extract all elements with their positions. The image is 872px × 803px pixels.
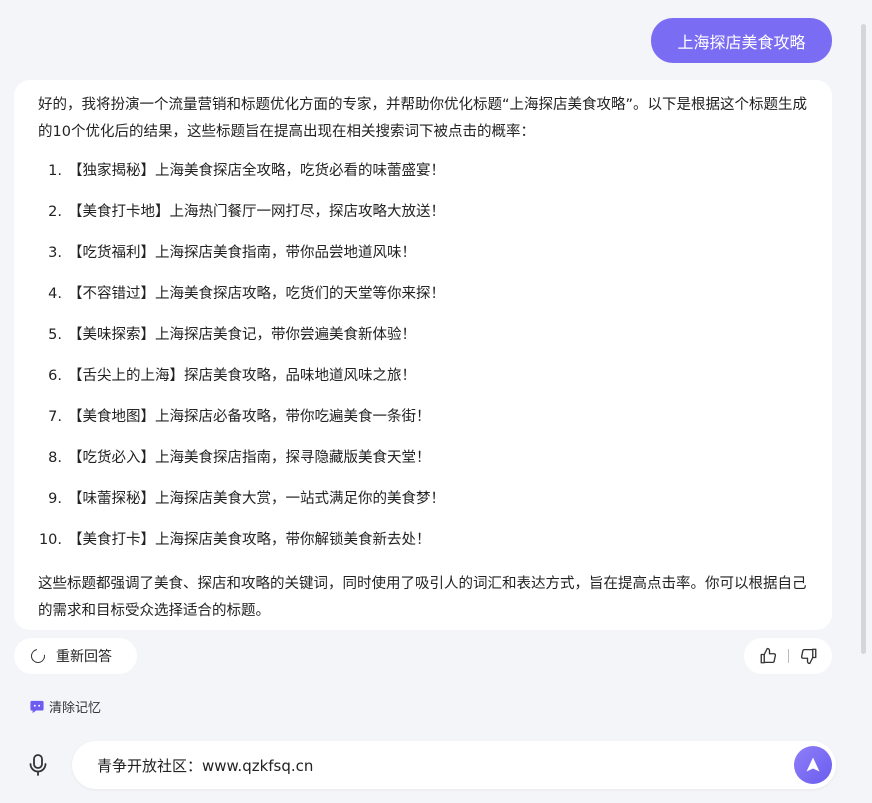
message-input-bar: [72, 741, 836, 789]
list-item-text: 【吃货必入】上海美食探店指南，探寻隐藏版美食天堂！: [68, 450, 431, 466]
message-input[interactable]: [97, 756, 737, 774]
clear-memory-label: 清除记忆: [49, 701, 102, 716]
list-item-number: 2.: [48, 204, 62, 220]
list-item: 6. 【舌尖上的上海】探店美食攻略，品味地道风味之旅！: [38, 363, 808, 404]
list-item-number: 8.: [48, 450, 62, 466]
list-item-number: 3.: [48, 245, 62, 261]
list-item-number: 7.: [48, 409, 62, 425]
thumbs-down-icon[interactable]: [798, 645, 820, 667]
list-item-text: 【美味探索】上海探店美食记，带你尝遍美食新体验！: [68, 327, 416, 343]
chat-bubble-icon: [30, 700, 44, 713]
list-item: 9. 【味蕾探秘】上海探店美食大赏，一站式满足你的美食梦！: [38, 486, 808, 527]
list-item-text: 【舌尖上的上海】探店美食攻略，品味地道风味之旅！: [68, 368, 416, 384]
list-item-text: 【美食地图】上海探店必备攻略，带你吃遍美食一条街！: [68, 409, 431, 425]
list-item: 2. 【美食打卡地】上海热门餐厅一网打尽，探店攻略大放送！: [38, 199, 808, 240]
regenerate-label: 重新回答: [56, 649, 112, 665]
scrollbar[interactable]: [861, 0, 866, 670]
clear-memory-button[interactable]: 清除记忆: [30, 697, 101, 716]
answer-outro: 这些标题都强调了美食、探店和攻略的关键词，同时使用了吸引人的词汇和表达方式，旨在…: [38, 576, 807, 619]
list-item-text: 【美食打卡】上海探店美食攻略，带你解锁美食新去处！: [68, 532, 431, 548]
list-item-number: 5.: [48, 327, 62, 343]
assistant-answer-card: 好的，我将扮演一个流量营销和标题优化方面的专家，并帮助你优化标题“上海探店美食攻…: [14, 80, 832, 630]
list-item: 5. 【美味探索】上海探店美食记，带你尝遍美食新体验！: [38, 322, 808, 363]
list-item: 3. 【吃货福利】上海探店美食指南，带你品尝地道风味！: [38, 240, 808, 281]
microphone-button[interactable]: [18, 745, 58, 785]
answer-intro: 好的，我将扮演一个流量营销和标题优化方面的专家，并帮助你优化标题“上海探店美食攻…: [38, 97, 808, 140]
list-item-text: 【美食打卡地】上海热门餐厅一网打尽，探店攻略大放送！: [68, 204, 445, 220]
send-button[interactable]: [794, 746, 832, 784]
list-item: 8. 【吃货必入】上海美食探店指南，探寻隐藏版美食天堂！: [38, 445, 808, 486]
list-item-text: 【不容错过】上海美食探店攻略，吃货们的天堂等你来探！: [68, 286, 445, 302]
list-item: 4. 【不容错过】上海美食探店攻略，吃货们的天堂等你来探！: [38, 281, 808, 322]
feedback-box: [744, 638, 832, 674]
list-item-text: 【独家揭秘】上海美食探店全攻略，吃货必看的味蕾盛宴！: [68, 163, 445, 179]
list-item-number: 9.: [48, 491, 62, 507]
list-item-number: 4.: [48, 286, 62, 302]
list-item: 7. 【美食地图】上海探店必备攻略，带你吃遍美食一条街！: [38, 404, 808, 445]
regenerate-button[interactable]: 重新回答: [14, 638, 137, 674]
list-item-number: 6.: [48, 368, 62, 384]
result-list: 1. 【独家揭秘】上海美食探店全攻略，吃货必看的味蕾盛宴！ 2. 【美食打卡地】…: [38, 158, 808, 568]
refresh-icon: [28, 646, 48, 666]
list-item-text: 【吃货福利】上海探店美食指南，带你品尝地道风味！: [68, 245, 416, 261]
list-item-number: 1.: [48, 163, 62, 179]
thumbs-up-icon[interactable]: [757, 645, 779, 667]
microphone-icon: [29, 754, 47, 776]
list-item: 1. 【独家揭秘】上海美食探店全攻略，吃货必看的味蕾盛宴！: [38, 158, 808, 199]
send-icon: [806, 757, 820, 772]
list-item: 10. 【美食打卡】上海探店美食攻略，带你解锁美食新去处！: [38, 527, 808, 568]
feedback-divider: [787, 649, 789, 663]
scrollbar-thumb[interactable]: [861, 24, 866, 654]
user-message-bubble: 上海探店美食攻略: [651, 18, 832, 63]
list-item-number: 10.: [38, 532, 62, 548]
chat-page: 上海探店美食攻略 好的，我将扮演一个流量营销和标题优化方面的专家，并帮助你优化标…: [0, 0, 872, 803]
list-item-text: 【味蕾探秘】上海探店美食大赏，一站式满足你的美食梦！: [68, 491, 445, 507]
